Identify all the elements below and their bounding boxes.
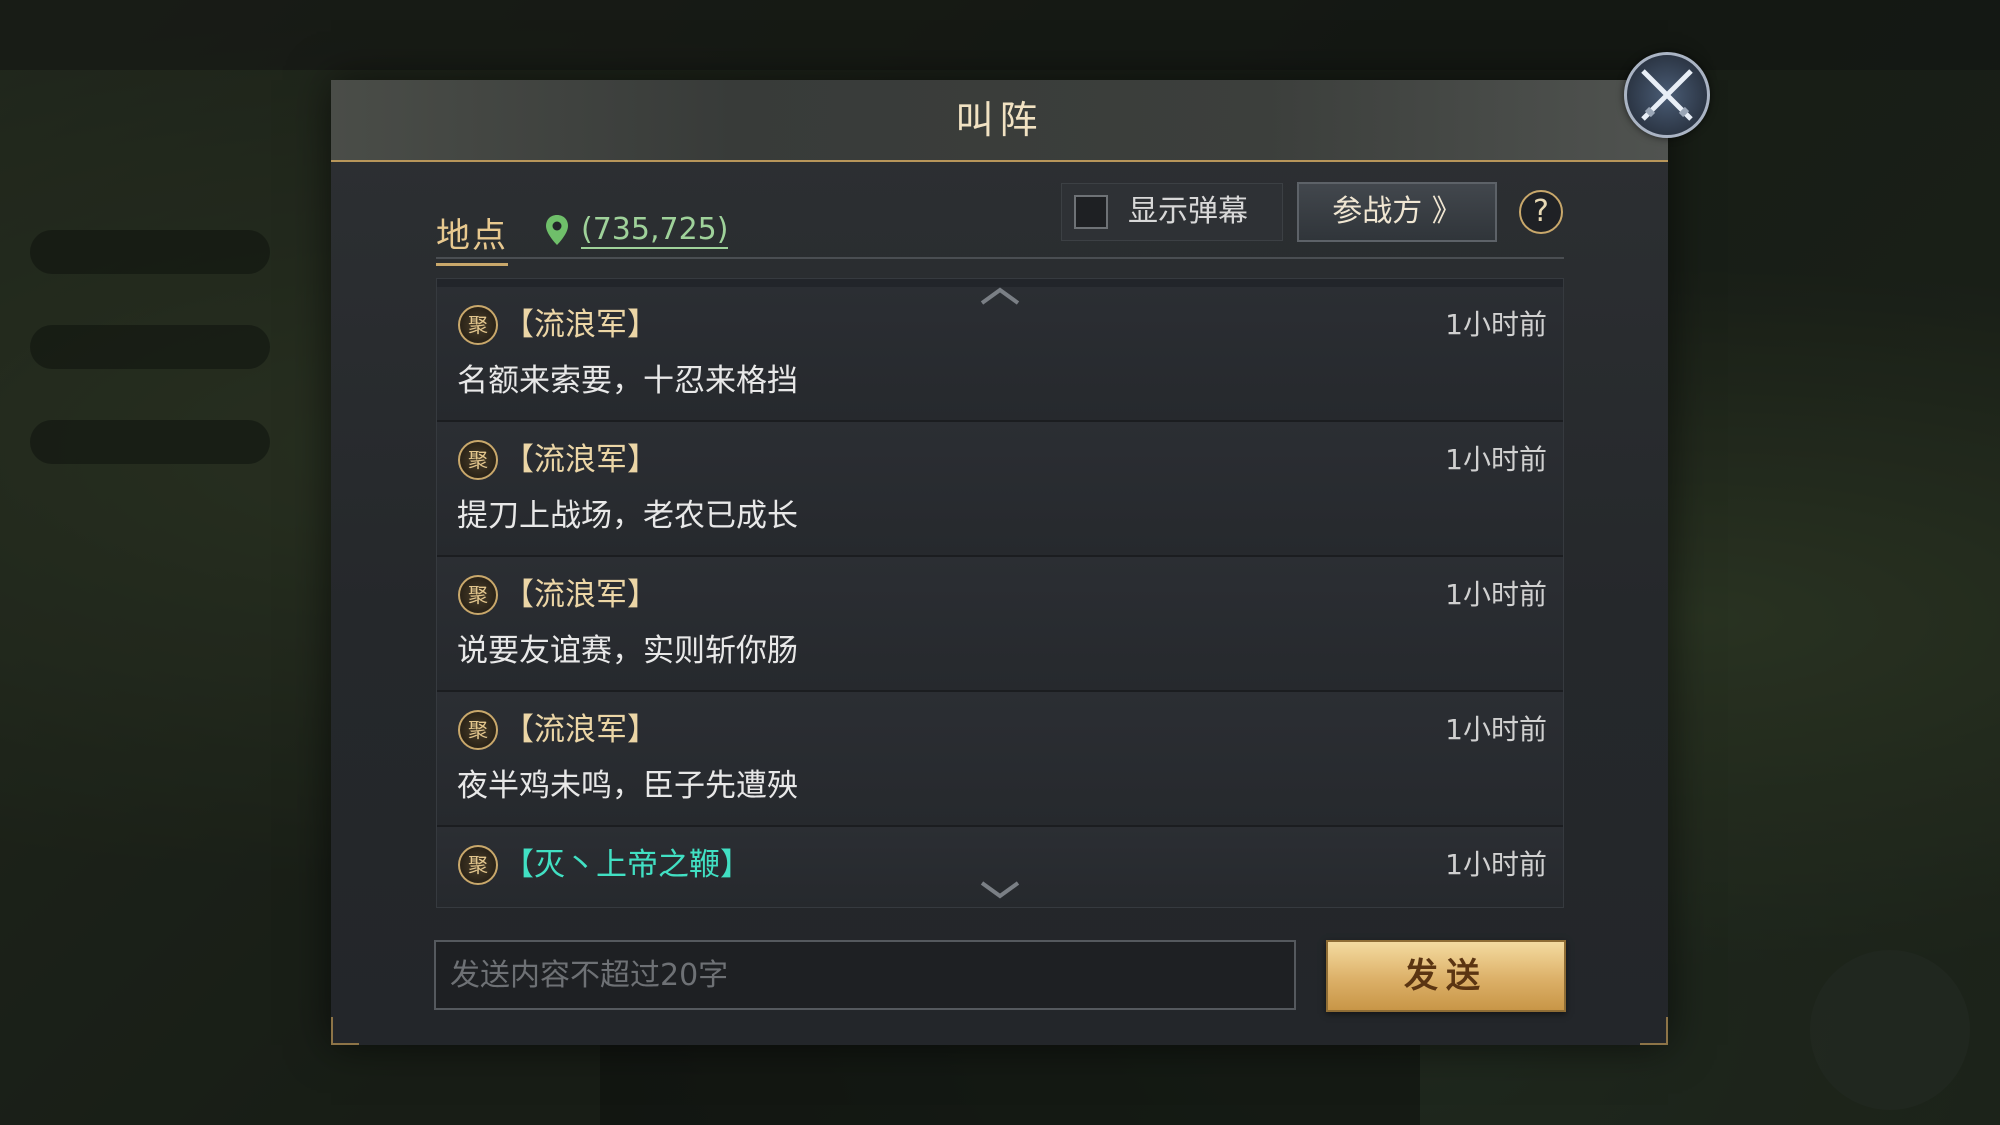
message-text: 夜半鸡未鸣，臣子先遭殃 bbox=[457, 768, 798, 804]
chevron-down-icon[interactable] bbox=[978, 879, 1022, 901]
message-time: 1小时前 bbox=[1445, 713, 1547, 746]
message-time: 1小时前 bbox=[1445, 308, 1547, 341]
message-sender[interactable]: 【流浪军】 bbox=[503, 573, 658, 617]
send-button-label: 发送 bbox=[1404, 956, 1488, 996]
message-list[interactable]: 聚 【流浪军】 1小时前 名额来索要，十忍来格挡 聚 【流浪军】 1小时前 提刀… bbox=[436, 278, 1564, 908]
corner-ornament bbox=[1640, 1017, 1668, 1045]
message-time: 1小时前 bbox=[1445, 848, 1547, 881]
message-text: 说要友谊赛，实则斩你肠 bbox=[457, 633, 798, 669]
message-item: 聚 【流浪军】 1小时前 名额来索要，十忍来格挡 bbox=[437, 287, 1563, 422]
guild-badge-icon: 聚 bbox=[458, 710, 498, 750]
message-item: 聚 【流浪军】 1小时前 夜半鸡未鸣，臣子先遭殃 bbox=[437, 692, 1563, 827]
corner-ornament bbox=[331, 1017, 359, 1045]
danmaku-checkbox[interactable] bbox=[1074, 195, 1108, 229]
message-text: 名额来索要，十忍来格挡 bbox=[457, 363, 798, 399]
guild-badge-icon: 聚 bbox=[458, 845, 498, 885]
message-time: 1小时前 bbox=[1445, 578, 1547, 611]
participants-button[interactable]: 参战方 》 bbox=[1297, 182, 1497, 242]
dialog-title: 叫阵 bbox=[955, 98, 1044, 142]
participants-button-label: 参战方 》 bbox=[1332, 194, 1462, 229]
guild-badge-icon: 聚 bbox=[458, 440, 498, 480]
question-icon: ? bbox=[1533, 194, 1549, 229]
message-item: 聚 【流浪军】 1小时前 说要友谊赛，实则斩你肠 bbox=[437, 557, 1563, 692]
location-pin-icon bbox=[546, 215, 568, 245]
message-sender[interactable]: 【流浪军】 bbox=[503, 708, 658, 752]
chevron-up-icon[interactable] bbox=[978, 285, 1022, 307]
location-coordinates[interactable]: (735,725) bbox=[581, 213, 729, 249]
crossed-swords-icon bbox=[1641, 69, 1693, 121]
message-item: 聚 【流浪军】 1小时前 提刀上战场，老农已成长 bbox=[437, 422, 1563, 557]
guild-badge-icon: 聚 bbox=[458, 305, 498, 345]
challenge-dialog: 叫阵 地点 (735,725) 显示弹幕 参战方 》 ? 聚 【流浪军】 1小时… bbox=[331, 80, 1668, 1045]
help-button[interactable]: ? bbox=[1519, 190, 1563, 234]
message-text: 提刀上战场，老农已成长 bbox=[457, 498, 798, 534]
message-sender[interactable]: 【灭丶上帝之鞭】 bbox=[503, 843, 751, 887]
close-button[interactable] bbox=[1624, 52, 1710, 138]
message-time: 1小时前 bbox=[1445, 443, 1547, 476]
send-button[interactable]: 发送 bbox=[1326, 940, 1566, 1012]
guild-badge-icon: 聚 bbox=[458, 575, 498, 615]
message-input[interactable] bbox=[434, 940, 1296, 1010]
danmaku-label: 显示弹幕 bbox=[1128, 194, 1248, 229]
dialog-header: 叫阵 bbox=[331, 80, 1668, 162]
message-sender[interactable]: 【流浪军】 bbox=[503, 303, 658, 347]
divider bbox=[436, 257, 1564, 259]
message-sender[interactable]: 【流浪军】 bbox=[503, 438, 658, 482]
show-danmaku-toggle[interactable]: 显示弹幕 bbox=[1061, 183, 1283, 241]
